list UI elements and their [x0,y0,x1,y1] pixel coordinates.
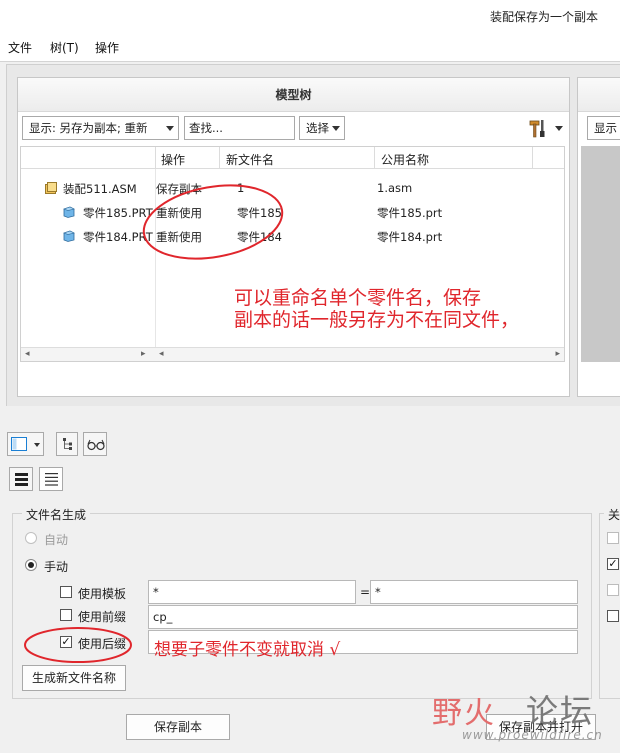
select-dropdown[interactable]: 选择 [299,116,345,140]
right-tree-panel: 显示 [577,77,620,397]
row-name: 装配511.ASM [63,182,137,196]
use-template-label: 使用模板 [78,587,127,601]
part-icon [63,206,75,218]
annotation-ellipse-suffix [24,627,132,663]
column-operation[interactable]: 操作 [161,151,185,168]
glasses-icon [87,439,105,451]
menu-tree[interactable]: 树(T) [50,39,79,56]
annotation-rename-line2: 副本的话一般另存为不在同文件， [234,309,520,331]
window-title: 装配保存为一个副本 [489,10,598,24]
tree-nodes-button[interactable] [56,432,78,456]
display-filter-select[interactable]: 显示: 另存为副本; 重新 [22,116,179,140]
manual-radio[interactable] [25,559,37,571]
column-common-name[interactable]: 公用名称 [381,151,429,168]
right-tree-area [581,146,620,362]
right-option-checkbox-2[interactable]: ✓ [607,558,619,570]
save-copy-button[interactable]: 保存副本 [126,714,230,740]
layout-toggle-button[interactable] [7,432,44,456]
prefix-input[interactable]: cp_ [148,605,578,629]
chevron-right-icon[interactable]: ▸ [555,349,560,359]
row-common-name: 零件185.prt [377,206,443,220]
compact-view-button[interactable] [39,467,63,491]
display-filter-value: 显示: 另存为副本; 重新 [29,121,148,135]
template-right-input[interactable]: * [370,580,578,604]
model-tree-toolbar: 显示: 另存为副本; 重新 查找... 选择 [22,116,567,140]
right-display-select[interactable]: 显示 [587,116,620,140]
annotation-ellipse-tree [142,184,284,260]
menu-bar: 文件 树(T) 操作 [0,30,620,62]
chevron-left-icon[interactable]: ◂ [25,349,30,359]
detail-view-button[interactable] [9,467,33,491]
model-tree-panel: 模型树 显示: 另存为副本; 重新 查找... 选择 操作 新文件名 公用名称 [17,77,570,397]
column-new-name[interactable]: 新文件名 [226,151,274,168]
right-option-checkbox-1[interactable] [607,532,619,544]
chevron-left-icon[interactable]: ◂ [159,349,164,359]
auto-label: 自动 [44,533,69,547]
preview-button[interactable] [83,432,107,456]
use-prefix-label: 使用前缀 [78,610,127,624]
template-left-input[interactable]: * [148,580,356,604]
filename-generation-title: 文件名生成 [22,506,91,523]
chevron-down-icon [332,126,340,131]
right-options-title: 关 [604,506,620,523]
watermark-brand-gray: 论坛 [526,692,595,730]
chevron-down-icon [34,443,40,447]
layout-icon [11,437,27,451]
chevron-down-icon[interactable] [555,126,563,131]
use-template-checkbox[interactable] [60,586,72,598]
row-common-name: 1.asm [377,181,413,195]
tree-nodes-icon [63,438,72,450]
chevron-right-icon[interactable]: ▸ [141,349,146,359]
title-bar: 装配保存为一个副本 [0,0,620,30]
horizontal-scrollbar[interactable]: ◂ ▸ ◂ ▸ [21,347,564,361]
watermark-brand-red: 野火 [432,696,496,731]
auto-radio[interactable] [25,532,37,544]
model-tree-title: 模型树 [18,78,569,112]
annotation-suffix-note: 想要子零件不变就取消 √ [154,640,341,660]
manual-label: 手动 [44,560,69,574]
equals-sign: = [360,585,371,599]
search-input[interactable]: 查找... [184,116,295,140]
list-view-icon [45,473,58,486]
right-display-label: 显示 [594,121,617,135]
right-option-checkbox-3[interactable] [607,584,619,596]
generate-filename-button[interactable]: 生成新文件名称 [22,665,126,691]
use-prefix-checkbox[interactable] [60,609,72,621]
menu-operation[interactable]: 操作 [95,39,119,56]
assembly-icon [45,182,57,194]
part-icon [63,230,75,242]
watermark-url: www.proewildfire.cn [462,728,603,742]
table-header: 操作 新文件名 公用名称 [21,147,564,169]
row-common-name: 零件184.prt [377,230,443,244]
list-view-icon [15,473,28,486]
chevron-down-icon [166,126,174,131]
right-option-checkbox-4[interactable] [607,610,619,622]
hammer-tools-icon[interactable] [527,118,549,138]
select-dropdown-label: 选择 [306,121,329,135]
menu-file[interactable]: 文件 [8,39,32,56]
